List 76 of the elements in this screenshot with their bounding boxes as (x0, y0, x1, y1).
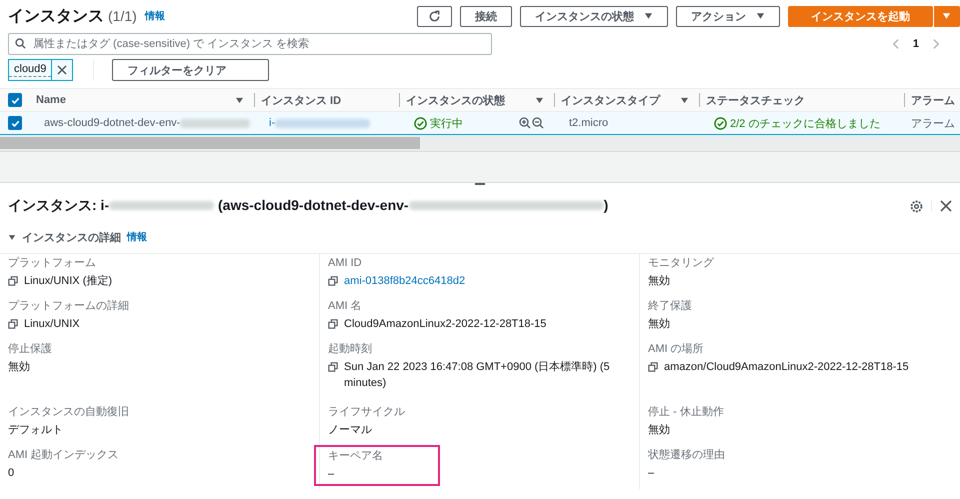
field-value: – (648, 466, 654, 481)
copy-icon[interactable] (328, 319, 338, 329)
scrollbar[interactable] (0, 137, 420, 149)
instance-count: (1/1) (108, 8, 137, 24)
close-icon (57, 65, 68, 75)
filter-token: cloud9 (9, 63, 52, 77)
field-value: 無効 (648, 274, 670, 289)
field-value: Linux/UNIX (推定) (24, 274, 112, 289)
launch-dropdown-button[interactable] (933, 6, 960, 26)
resize-handle[interactable] (475, 183, 485, 185)
check-circle-icon (714, 116, 727, 130)
dropdown-button[interactable]: アクション (676, 6, 780, 26)
select-all-checkbox[interactable] (8, 93, 22, 107)
instance-id-link[interactable]: i- (269, 117, 276, 129)
field-label: AMI の場所 (648, 342, 705, 356)
field-value: – (328, 467, 334, 482)
field-value: 0 (8, 466, 14, 481)
refresh-icon (428, 10, 441, 22)
settings-icon[interactable] (910, 200, 923, 212)
expanded-caret-icon[interactable] (8, 234, 16, 240)
copy-icon[interactable] (328, 276, 338, 286)
field-label: モニタリング (648, 256, 716, 270)
check-circle-icon (414, 116, 427, 130)
field-label: プラットフォームの詳細 (8, 299, 130, 313)
page-number[interactable]: 1 (912, 38, 919, 50)
field-value: Sun Jan 22 2023 16:47:08 GMT+0900 (日本標準時) (5 minutes) (344, 360, 611, 391)
table-cell-text: アラーム (911, 116, 955, 130)
info-link[interactable]: 情報 (144, 9, 165, 23)
field-value: ノーマル (328, 423, 372, 438)
field-label: 起動時刻 (328, 342, 373, 356)
field-value: Linux/UNIX (24, 317, 80, 332)
blurred-text (180, 118, 250, 128)
field-label: キーペア名 (328, 449, 383, 463)
field-value: 無効 (8, 360, 30, 375)
info-link[interactable]: 情報 (127, 230, 147, 244)
copy-icon[interactable] (8, 319, 18, 329)
sort-icon[interactable] (235, 96, 244, 104)
field-label: AMI 起動インデックス (8, 448, 120, 462)
field-label: 終了保護 (648, 299, 693, 313)
refresh-button[interactable] (417, 6, 452, 26)
sort-icon[interactable] (535, 96, 544, 104)
connect-button[interactable]: 接続 (460, 6, 512, 26)
field-value: Cloud9AmazonLinux2-2022-12-28T18-15 (344, 317, 546, 332)
table-cell: t2.micro (569, 117, 608, 129)
field-value: 無効 (648, 423, 670, 438)
dropdown-button[interactable]: インスタンスの状態 (520, 6, 668, 26)
field-value: amazon/Cloud9AmazonLinux2-2022-12-28T18-15 (664, 360, 909, 375)
field-label: AMI ID (328, 256, 363, 270)
field-value: 無効 (648, 317, 670, 332)
copy-icon[interactable] (648, 362, 658, 372)
field-label: ライフサイクル (328, 405, 406, 419)
table-cell-text: 実行中 (430, 116, 463, 130)
row-checkbox[interactable] (8, 116, 22, 130)
page-title: インスタンス (8, 6, 104, 26)
caret-icon (942, 12, 951, 20)
copy-icon[interactable] (8, 276, 18, 286)
sort-icon[interactable] (680, 96, 689, 104)
field-label: 停止保護 (8, 342, 53, 356)
table-cell-text: 2/2 のチェックに合格しました (730, 116, 880, 130)
field-label: 停止 - 休止動作 (648, 405, 725, 419)
zoom-icon[interactable] (519, 117, 545, 129)
clear-filters-button[interactable]: フィルターをクリア (112, 59, 270, 81)
ami-id-link[interactable]: ami-0138f8b24cc6418d2 (344, 273, 466, 289)
section-title: インスタンスの詳細 (22, 230, 121, 244)
caret-icon (644, 12, 653, 20)
search-field[interactable]: 属性またはタグ (case-sensitive) で インスタンス を検索 (8, 33, 492, 55)
copy-icon[interactable] (328, 362, 338, 372)
field-label: AMI 名 (328, 299, 363, 313)
field-label: インスタンスの自動復旧 (8, 405, 130, 419)
field-label: プラットフォーム (8, 256, 97, 270)
detail-title: インスタンス: i- (aws-cloud9-dotnet-dev-env- ) (8, 197, 608, 215)
close-icon[interactable] (931, 200, 952, 212)
field-label: 状態遷移の理由 (648, 448, 726, 462)
caret-icon (756, 12, 765, 20)
table-cell: aws-cloud9-dotnet-dev-env- (44, 117, 180, 129)
field-value: デフォルト (8, 423, 63, 438)
